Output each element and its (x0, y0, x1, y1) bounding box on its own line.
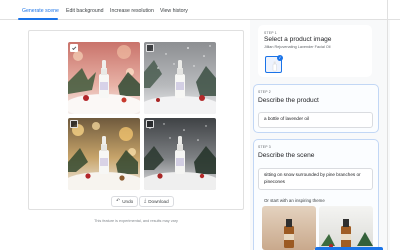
undo-button[interactable]: ↶ Undo (111, 196, 139, 207)
active-tab-indicator (18, 18, 58, 20)
theme-1-picture (262, 206, 316, 250)
scene-description-input[interactable]: sitting on snow surrounded by pine branc… (258, 168, 373, 190)
tab-generate-scene[interactable]: Generate scene (22, 8, 59, 14)
step-1-title: Select a product image (264, 36, 332, 43)
product-name: Jillian Rejuvenating Lavender Facial Oil (264, 45, 331, 49)
step-1-label: STEP 1 (264, 31, 277, 35)
step-3-label: STEP 3 (258, 145, 271, 149)
download-label: Download (148, 199, 169, 204)
step-2-title: Describe the product (258, 97, 319, 104)
tab-edit-background[interactable]: Edit background (66, 8, 104, 14)
panel-right-border (387, 0, 388, 250)
generated-image-2-picture (144, 42, 216, 114)
experimental-disclaimer: This feature is experimental, and result… (94, 219, 178, 223)
image-3-checkbox[interactable] (70, 120, 78, 128)
tab-increase-resolution[interactable]: Increase resolution (110, 8, 154, 14)
product-description-input[interactable]: a bottle of lavender oil (258, 112, 373, 128)
tab-bar: Generate scene Edit background Increase … (0, 0, 400, 20)
image-2-checkbox[interactable] (146, 44, 154, 52)
generated-image-4-picture (144, 118, 216, 190)
theme-2-picture (319, 206, 373, 250)
selected-check-icon: ✓ (277, 55, 283, 61)
undo-label: Undo (122, 199, 134, 204)
generated-image-2[interactable] (144, 42, 216, 114)
step-3-title: Describe the scene (258, 152, 315, 159)
download-icon: ⤓ (144, 198, 147, 204)
download-button[interactable]: ⤓ Download (139, 196, 174, 207)
tab-view-history[interactable]: View history (160, 8, 188, 14)
generated-image-1[interactable] (68, 42, 140, 114)
generated-image-4[interactable] (144, 118, 216, 190)
theme-option-1[interactable] (262, 206, 316, 250)
step-2-label: STEP 2 (258, 90, 271, 94)
inspiring-theme-label: Or start with an inspiring theme (264, 198, 325, 203)
image-4-checkbox[interactable] (146, 120, 154, 128)
check-icon (71, 45, 77, 51)
image-1-checkbox[interactable] (70, 44, 78, 52)
generated-image-1-picture (68, 42, 140, 114)
product-image-thumbnail[interactable]: ✓ (265, 55, 283, 73)
generated-image-3-picture (68, 118, 140, 190)
undo-icon: ↶ (116, 198, 121, 204)
theme-option-2[interactable] (319, 206, 373, 250)
generated-image-3[interactable] (68, 118, 140, 190)
